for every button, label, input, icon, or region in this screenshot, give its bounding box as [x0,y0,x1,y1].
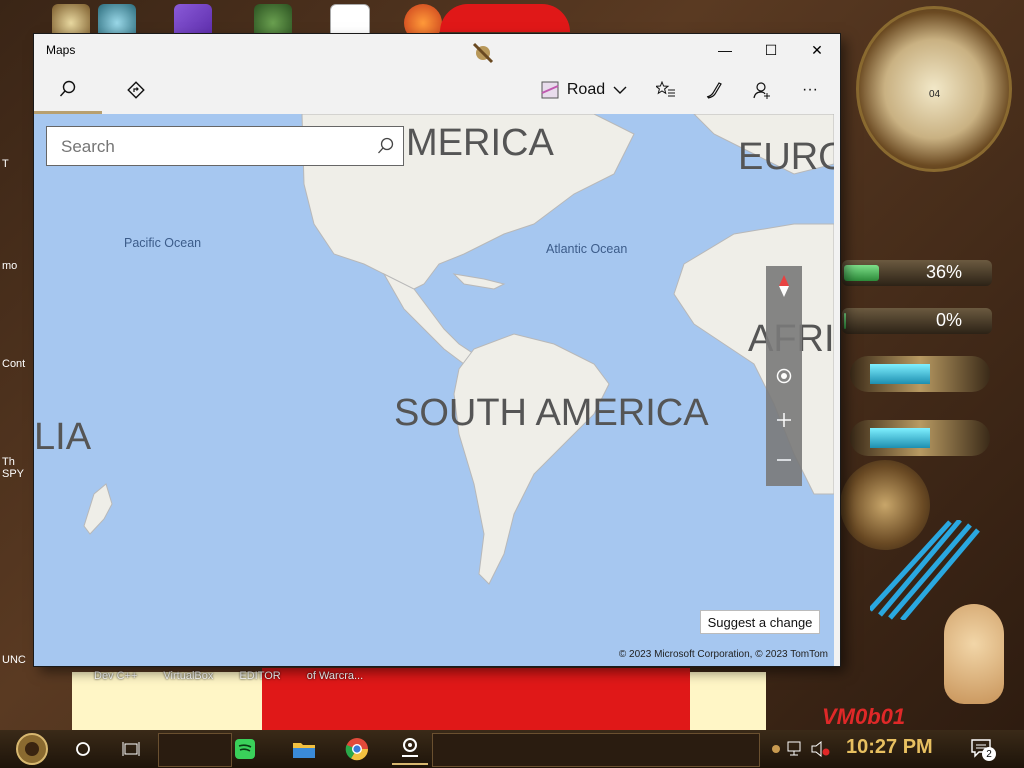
memory-meter-widget: 0% [842,308,992,334]
clock-day: 04 [929,89,941,100]
meter-fill [844,313,846,329]
rail-label: UNC [2,654,26,666]
search-icon[interactable] [377,137,395,160]
chrome-button[interactable] [340,733,374,765]
map-copyright: © 2023 Microsoft Corporation, © 2023 Tom… [618,649,828,660]
title-bar[interactable]: Maps — ☐ ✕ [34,34,840,66]
steampunk-cursor-icon [470,42,496,64]
desktop-label-virtualbox[interactable]: VirtualBox [163,670,213,682]
chrome-icon [345,738,369,761]
cortana-circle-icon [76,742,90,756]
map-view-label: Road [566,81,606,98]
steampunk-tube-widget [850,420,990,456]
map-label-south-america: SOUTH AMERICA [394,392,709,434]
locate-me-button[interactable] [766,358,802,394]
map-label-australia: LIA [34,416,92,458]
search-icon [59,80,76,96]
maps-window: Maps — ☐ ✕ Road ··· Search MERICA EURO S… [34,34,840,666]
volume-button[interactable] [810,733,832,765]
desktop-label-warcraft[interactable]: of Warcra... [307,670,363,682]
map-label-atlantic-ocean: Atlantic Ocean [546,242,628,256]
spotify-icon [235,739,255,759]
rail-label: T [2,158,9,170]
taskbar-search-slot[interactable] [158,733,232,767]
chevron-down-icon [613,86,627,94]
suggest-change-button[interactable]: Suggest a change [700,610,820,634]
folder-icon [293,743,315,758]
cpu-meter-widget: 36% [842,260,992,286]
tab-directions[interactable] [102,66,170,114]
action-center-button[interactable]: 2 [962,733,1002,765]
ink-button[interactable] [694,66,734,114]
hamster-widget [944,604,1004,704]
map-label-pacific-ocean: Pacific Ocean [124,236,202,250]
maps-toolbar: Road ··· [34,66,840,114]
cortana-button[interactable] [64,733,102,765]
minus-icon [777,459,791,461]
account-button[interactable] [742,66,782,114]
maps-taskbar-button[interactable] [392,733,428,765]
favorites-button[interactable] [646,66,686,114]
rail-label: mo [2,260,18,272]
meter-value: 0% [935,310,962,330]
desktop-label-devcpp[interactable]: Dev C++ [94,670,137,682]
more-button[interactable]: ··· [790,66,830,114]
notification-count-badge: 2 [982,747,996,761]
compass-icon [779,275,789,297]
pen-icon [706,82,722,99]
steampunk-tube-widget [850,356,990,392]
desktop-icon-labels: Dev C++ VirtualBox EDITOR of Warcra... [94,670,363,682]
start-button[interactable] [10,733,54,765]
task-view-icon [122,742,140,756]
search-box[interactable] [46,126,404,166]
tab-search[interactable] [34,66,102,114]
map-navigation-controls [766,266,802,486]
meter-value: 36% [925,262,962,282]
show-hidden-icons-button[interactable] [768,733,784,765]
minimize-button[interactable]: — [702,34,748,66]
map-label-north-america: MERICA [406,122,554,164]
map-canvas[interactable]: MERICA EURO AFRI SOUTH AMERICA LIA Pacif… [34,114,834,666]
spotify-button[interactable] [232,733,258,765]
close-button[interactable]: ✕ [794,34,840,66]
desktop-label-editor[interactable]: EDITOR [239,670,280,682]
zoom-in-button[interactable] [766,402,802,438]
zoom-out-button[interactable] [766,442,802,478]
network-button[interactable] [786,733,806,765]
road-map-icon [541,81,559,99]
taskbar-clock[interactable]: 10:27 PM [846,736,933,759]
compass-button[interactable] [766,268,802,304]
desktop-wallpaper-panel [690,672,766,730]
map-label-europe: EURO [738,136,834,178]
user-add-icon [753,82,770,99]
red-dome-wallpaper [440,4,570,32]
window-title: Maps [46,43,76,57]
left-desktop-rail: T mo Cont Th SPY UNC [0,90,32,670]
taskbar-app-area [432,733,760,767]
file-explorer-button[interactable] [288,733,320,765]
maps-pin-icon [402,738,418,757]
volume-muted-icon [811,741,830,757]
map-view-dropdown[interactable]: Road [538,66,630,114]
search-input[interactable] [59,136,363,158]
rail-label: Cont [2,358,26,370]
map-land-layer [83,114,834,585]
maximize-button[interactable]: ☐ [748,34,794,66]
favorites-list-icon [656,81,675,97]
rail-label: Th SPY [2,456,25,480]
meter-fill [844,265,879,281]
network-icon [787,741,801,756]
start-gear-icon [16,733,48,765]
directions-icon [127,81,145,99]
task-view-button[interactable] [112,733,150,765]
gear-small-icon [772,745,780,753]
vm-wallpaper-text: VM0b01 [822,704,906,729]
location-icon [776,368,792,384]
steampunk-clock-widget: 04 [856,6,1012,172]
plus-icon [777,413,791,427]
